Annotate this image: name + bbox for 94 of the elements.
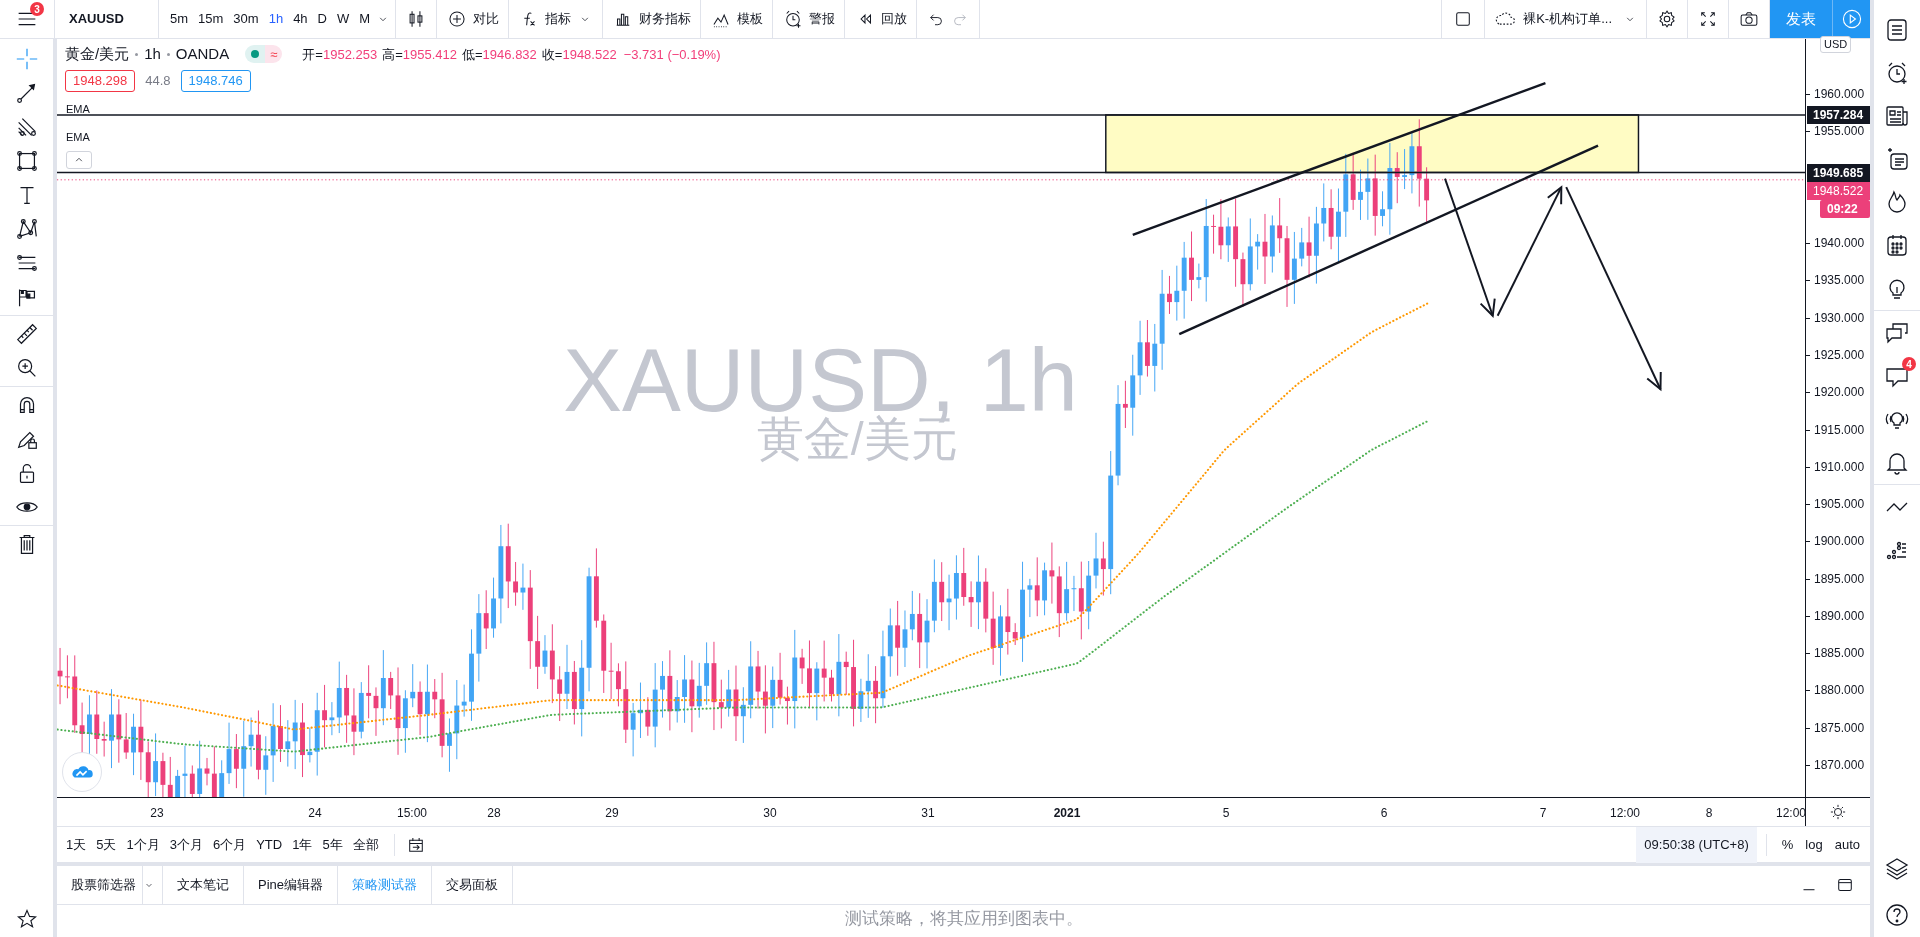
indicator-label[interactable]: EMA — [66, 129, 90, 146]
symbol-name[interactable]: XAUUSD — [69, 9, 124, 29]
toolbar-button[interactable]: 指标 — [518, 4, 572, 34]
time-label: 8 — [1705, 805, 1713, 822]
range-button[interactable]: 5天 — [91, 831, 122, 859]
ohlc-value: 1952.253 — [322, 45, 378, 64]
help-icon[interactable] — [1883, 901, 1911, 929]
price-label: 1920.000 — [1814, 385, 1865, 400]
range-button[interactable]: 5年 — [317, 831, 348, 859]
time-label: 30 — [763, 805, 777, 822]
empty-message: 测试策略，将其应用到图表中。 — [844, 909, 1083, 929]
ohlc-label: 开= — [302, 45, 323, 64]
range-button[interactable]: 1年 — [287, 831, 318, 859]
symbol-title: 黄金/美元 — [65, 44, 130, 64]
time-label: 12:00 — [1776, 805, 1806, 822]
notification-badge: 4 — [1902, 357, 1916, 371]
sun-settings-icon[interactable] — [1828, 802, 1848, 822]
status-symbol: ≈ — [265, 45, 283, 64]
scale-option[interactable]: % — [1775, 831, 1800, 859]
price-label: 1880.000 — [1814, 683, 1865, 698]
interval-label: 1h — [144, 44, 161, 64]
indicator-label[interactable]: EMA — [66, 101, 90, 118]
panel-tab[interactable]: Pine编辑器 — [244, 866, 339, 904]
layout-button[interactable]: 裸K-机构订单... — [1493, 4, 1612, 34]
toolbar-button[interactable]: 对比 — [446, 4, 500, 34]
panel-tab[interactable]: 文本笔记 — [163, 866, 244, 904]
toolbar-button[interactable]: 警报 — [782, 4, 836, 34]
price-label: 1895.000 — [1814, 571, 1865, 586]
time-label: 12:00 — [1610, 805, 1640, 822]
price-marker: 1949.685 — [1807, 164, 1870, 182]
price-label: 1910.000 — [1814, 459, 1865, 474]
ohlc-value: 1955.412 — [402, 45, 457, 64]
interval-button[interactable]: D — [312, 4, 332, 34]
time-label: 28 — [487, 805, 501, 822]
countdown-label: 09:22 — [1820, 200, 1870, 218]
scale-option[interactable]: log — [1799, 831, 1829, 859]
price-label: 1935.000 — [1814, 273, 1865, 288]
price-label: 1900.000 — [1814, 534, 1865, 549]
interval-button[interactable]: W — [332, 4, 355, 34]
ohlc-value: 1946.832 — [482, 45, 537, 64]
notification-badge: 3 — [30, 2, 44, 16]
price-marker: 1957.284 — [1807, 106, 1870, 124]
price-label: 1870.000 — [1814, 758, 1865, 773]
toolbar-button[interactable]: 模板 — [710, 4, 764, 34]
range-button[interactable]: 1个月 — [121, 831, 165, 859]
interval-button[interactable]: 5m — [165, 4, 194, 34]
range-button[interactable]: 3个月 — [164, 831, 208, 859]
scale-option[interactable]: auto — [1828, 831, 1866, 859]
ohlc-label: 高= — [382, 45, 403, 64]
ohlc-label: 低= — [462, 45, 483, 64]
interval-button[interactable]: 30m — [228, 4, 264, 34]
time-label: 15:00 — [397, 805, 427, 822]
price-label: 1940.000 — [1814, 236, 1865, 251]
price-label: 1955.000 — [1814, 124, 1865, 139]
time-label: 24 — [308, 805, 322, 822]
interval-button[interactable]: M — [354, 4, 376, 34]
time-label: 2021 — [1053, 805, 1081, 822]
price-label: 1930.000 — [1814, 310, 1865, 325]
toolbar-button[interactable]: 回放 — [854, 4, 908, 34]
time-label: 23 — [150, 805, 164, 822]
time-label: 31 — [921, 805, 935, 822]
range-button[interactable]: 全部 — [347, 831, 384, 859]
panel-tab[interactable]: 股票筛选器 — [57, 866, 143, 904]
logo-badge[interactable] — [62, 752, 102, 792]
time-label: 6 — [1380, 805, 1388, 822]
settings-icon[interactable] — [1656, 8, 1678, 30]
price-label: 1960.000 — [1814, 87, 1865, 101]
range-button[interactable]: 1天 — [61, 831, 92, 859]
clock-label: 09:50:38 (UTC+8) — [1636, 827, 1757, 863]
ohlc-value: 1948.522 — [562, 45, 617, 64]
price-label: 1885.000 — [1814, 646, 1865, 661]
currency-badge[interactable]: USD — [1820, 36, 1852, 53]
price-change: −3.731 (−0.19%) — [623, 45, 721, 64]
price-label: 1925.000 — [1814, 347, 1865, 362]
price-label: 1890.000 — [1814, 608, 1865, 623]
price-label: 1915.000 — [1814, 422, 1865, 437]
range-button[interactable]: YTD — [251, 831, 288, 859]
range-button[interactable]: 6个月 — [207, 831, 252, 859]
bid-price[interactable]: 1948.298 — [65, 69, 136, 92]
status-indicator — [245, 45, 266, 64]
interval-button[interactable]: 15m — [193, 4, 229, 34]
time-label: 7 — [1539, 805, 1547, 822]
spread-value: 44.8 — [145, 71, 171, 90]
interval-button[interactable]: 1h — [263, 4, 289, 34]
panel-tab[interactable]: 交易面板 — [432, 866, 514, 904]
price-label: 1905.000 — [1814, 497, 1865, 512]
interval-button[interactable]: 4h — [288, 4, 313, 34]
time-label: 29 — [605, 805, 619, 822]
toolbar-button[interactable]: 财务指标 — [612, 4, 692, 34]
source-label: OANDA — [175, 44, 230, 64]
price-marker: 1948.522 — [1807, 182, 1870, 200]
ohlc-label: 收= — [541, 45, 563, 64]
price-label: 1875.000 — [1814, 720, 1865, 735]
time-label: 5 — [1222, 805, 1230, 822]
